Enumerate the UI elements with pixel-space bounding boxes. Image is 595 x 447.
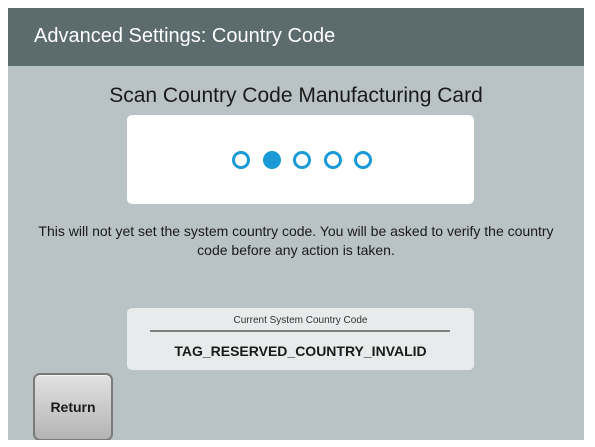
progress-dot-4 bbox=[323, 151, 342, 169]
current-code-value: TAG_RESERVED_COUNTRY_INVALID bbox=[174, 343, 427, 359]
code-divider bbox=[150, 330, 450, 332]
progress-dot-5 bbox=[354, 151, 372, 169]
current-code-label: Current System Country Code bbox=[233, 315, 368, 326]
scan-progress-panel bbox=[127, 115, 474, 204]
page-title: Scan Country Code Manufacturing Card bbox=[109, 84, 483, 107]
current-code-panel: Current System Country Code TAG_RESERVED… bbox=[127, 308, 474, 370]
header-title: Advanced Settings: Country Code bbox=[34, 25, 336, 47]
progress-dot-3 bbox=[293, 151, 311, 169]
return-button-label: Return bbox=[50, 399, 96, 415]
progress-dot-2 bbox=[262, 151, 281, 169]
return-button[interactable]: Return bbox=[33, 373, 113, 440]
info-message: This will not yet set the system country… bbox=[38, 223, 554, 258]
progress-dot-1 bbox=[232, 151, 250, 169]
progress-indicator bbox=[232, 151, 372, 169]
country-code-screen: Advanced Settings: Country Code Scan Cou… bbox=[8, 8, 584, 440]
header-bar: Advanced Settings: Country Code bbox=[8, 8, 584, 66]
